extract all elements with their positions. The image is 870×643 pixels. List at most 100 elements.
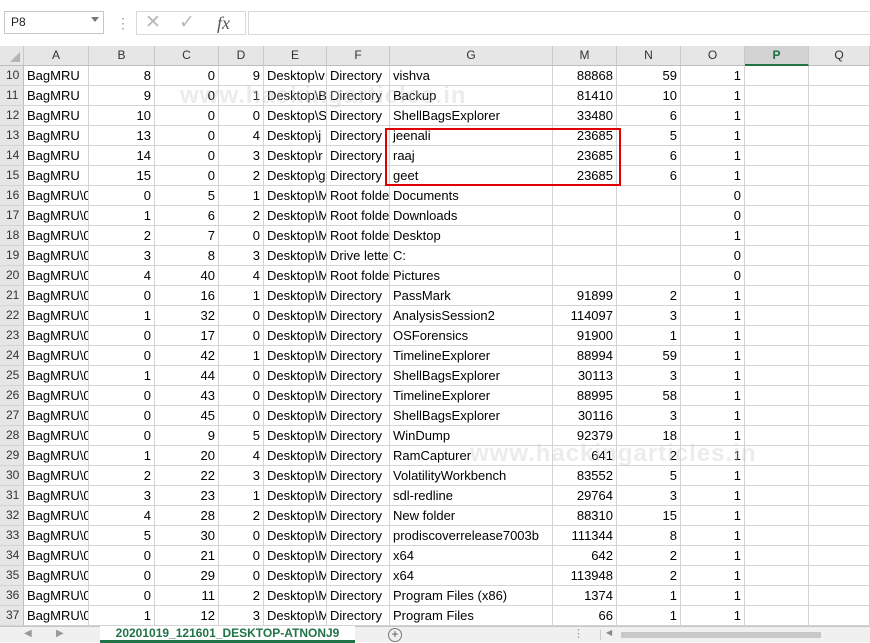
cell-a[interactable]: BagMRU\0 (24, 366, 89, 386)
cell-o[interactable]: 0 (681, 266, 745, 286)
cell-d[interactable]: 4 (219, 126, 264, 146)
enter-icon[interactable]: ✓ (179, 12, 195, 34)
cell-d[interactable]: 0 (219, 546, 264, 566)
cell-f[interactable]: Directory (327, 146, 390, 166)
cell-m[interactable]: 23685 (553, 146, 617, 166)
cell-b[interactable]: 14 (89, 146, 155, 166)
cell-p[interactable] (745, 386, 809, 406)
cell-m[interactable]: 83552 (553, 466, 617, 486)
cell-e[interactable]: Desktop\M (264, 186, 327, 206)
cell-o[interactable]: 1 (681, 166, 745, 186)
cell-n[interactable]: 2 (617, 546, 681, 566)
column-header-a[interactable]: A (24, 46, 89, 66)
cell-p[interactable] (745, 106, 809, 126)
cell-d[interactable]: 0 (219, 566, 264, 586)
cell-o[interactable]: 1 (681, 386, 745, 406)
cell-b[interactable]: 3 (89, 246, 155, 266)
column-header-g[interactable]: G (390, 46, 553, 66)
cell-n[interactable]: 2 (617, 566, 681, 586)
column-header-m[interactable]: M (553, 46, 617, 66)
cell-q[interactable] (809, 386, 870, 406)
cell-a[interactable]: BagMRU\0 (24, 346, 89, 366)
cell-q[interactable] (809, 186, 870, 206)
cell-p[interactable] (745, 226, 809, 246)
cell-b[interactable]: 1 (89, 446, 155, 466)
cell-b[interactable]: 8 (89, 66, 155, 86)
cell-g[interactable]: New folder (390, 506, 553, 526)
cell-q[interactable] (809, 426, 870, 446)
cell-o[interactable]: 1 (681, 566, 745, 586)
row-header[interactable]: 23 (0, 326, 24, 346)
cell-m[interactable]: 113948 (553, 566, 617, 586)
cell-a[interactable]: BagMRU\0 (24, 206, 89, 226)
cell-o[interactable]: 1 (681, 306, 745, 326)
cell-o[interactable]: 0 (681, 186, 745, 206)
cell-d[interactable]: 2 (219, 586, 264, 606)
cell-m[interactable]: 88310 (553, 506, 617, 526)
cell-g[interactable]: sdl-redline (390, 486, 553, 506)
cell-f[interactable]: Directory (327, 346, 390, 366)
cell-e[interactable]: Desktop\M (264, 226, 327, 246)
cell-p[interactable] (745, 366, 809, 386)
cell-m[interactable]: 641 (553, 446, 617, 466)
cell-d[interactable]: 3 (219, 246, 264, 266)
cell-o[interactable]: 1 (681, 346, 745, 366)
cell-e[interactable]: Desktop\M (264, 206, 327, 226)
cell-q[interactable] (809, 266, 870, 286)
cell-g[interactable]: jeenali (390, 126, 553, 146)
cell-a[interactable]: BagMRU\0 (24, 486, 89, 506)
cell-b[interactable]: 15 (89, 166, 155, 186)
cell-e[interactable]: Desktop\M (264, 306, 327, 326)
cell-q[interactable] (809, 566, 870, 586)
cell-f[interactable]: Directory (327, 486, 390, 506)
cell-d[interactable]: 5 (219, 426, 264, 446)
cell-c[interactable]: 8 (155, 246, 219, 266)
cell-n[interactable]: 1 (617, 586, 681, 606)
cell-n[interactable]: 5 (617, 126, 681, 146)
cell-f[interactable]: Root folde (327, 226, 390, 246)
cell-b[interactable]: 4 (89, 506, 155, 526)
cell-g[interactable]: Pictures (390, 266, 553, 286)
cell-d[interactable]: 1 (219, 86, 264, 106)
cell-m[interactable]: 23685 (553, 166, 617, 186)
cell-n[interactable]: 6 (617, 106, 681, 126)
cell-f[interactable]: Directory (327, 386, 390, 406)
cell-n[interactable]: 10 (617, 86, 681, 106)
cell-g[interactable]: Downloads (390, 206, 553, 226)
cell-m[interactable]: 88995 (553, 386, 617, 406)
cell-e[interactable]: Desktop\M (264, 426, 327, 446)
cell-a[interactable]: BagMRU (24, 146, 89, 166)
cell-o[interactable]: 1 (681, 426, 745, 446)
cell-c[interactable]: 44 (155, 366, 219, 386)
column-header-d[interactable]: D (219, 46, 264, 66)
cell-e[interactable]: Desktop\M (264, 586, 327, 606)
cell-d[interactable]: 1 (219, 286, 264, 306)
cell-o[interactable]: 1 (681, 506, 745, 526)
cell-e[interactable]: Desktop\M (264, 246, 327, 266)
row-header[interactable]: 37 (0, 606, 24, 626)
cell-e[interactable]: Desktop\M (264, 446, 327, 466)
cell-o[interactable]: 1 (681, 286, 745, 306)
cell-c[interactable]: 20 (155, 446, 219, 466)
cell-a[interactable]: BagMRU\0 (24, 406, 89, 426)
column-header-b[interactable]: B (89, 46, 155, 66)
cell-q[interactable] (809, 366, 870, 386)
cell-q[interactable] (809, 146, 870, 166)
cell-q[interactable] (809, 106, 870, 126)
row-header[interactable]: 36 (0, 586, 24, 606)
row-header[interactable]: 34 (0, 546, 24, 566)
cell-g[interactable]: RamCapturer (390, 446, 553, 466)
cell-a[interactable]: BagMRU\0 (24, 586, 89, 606)
row-header[interactable]: 22 (0, 306, 24, 326)
cell-c[interactable]: 22 (155, 466, 219, 486)
cell-d[interactable]: 4 (219, 446, 264, 466)
cell-g[interactable]: ShellBagsExplorer (390, 406, 553, 426)
chevron-down-icon[interactable] (91, 17, 99, 22)
horizontal-scrollbar[interactable]: ◀ (600, 628, 870, 640)
cell-m[interactable]: 642 (553, 546, 617, 566)
row-header[interactable]: 12 (0, 106, 24, 126)
cell-q[interactable] (809, 226, 870, 246)
cell-n[interactable]: 6 (617, 166, 681, 186)
cell-c[interactable]: 21 (155, 546, 219, 566)
cell-b[interactable]: 1 (89, 366, 155, 386)
